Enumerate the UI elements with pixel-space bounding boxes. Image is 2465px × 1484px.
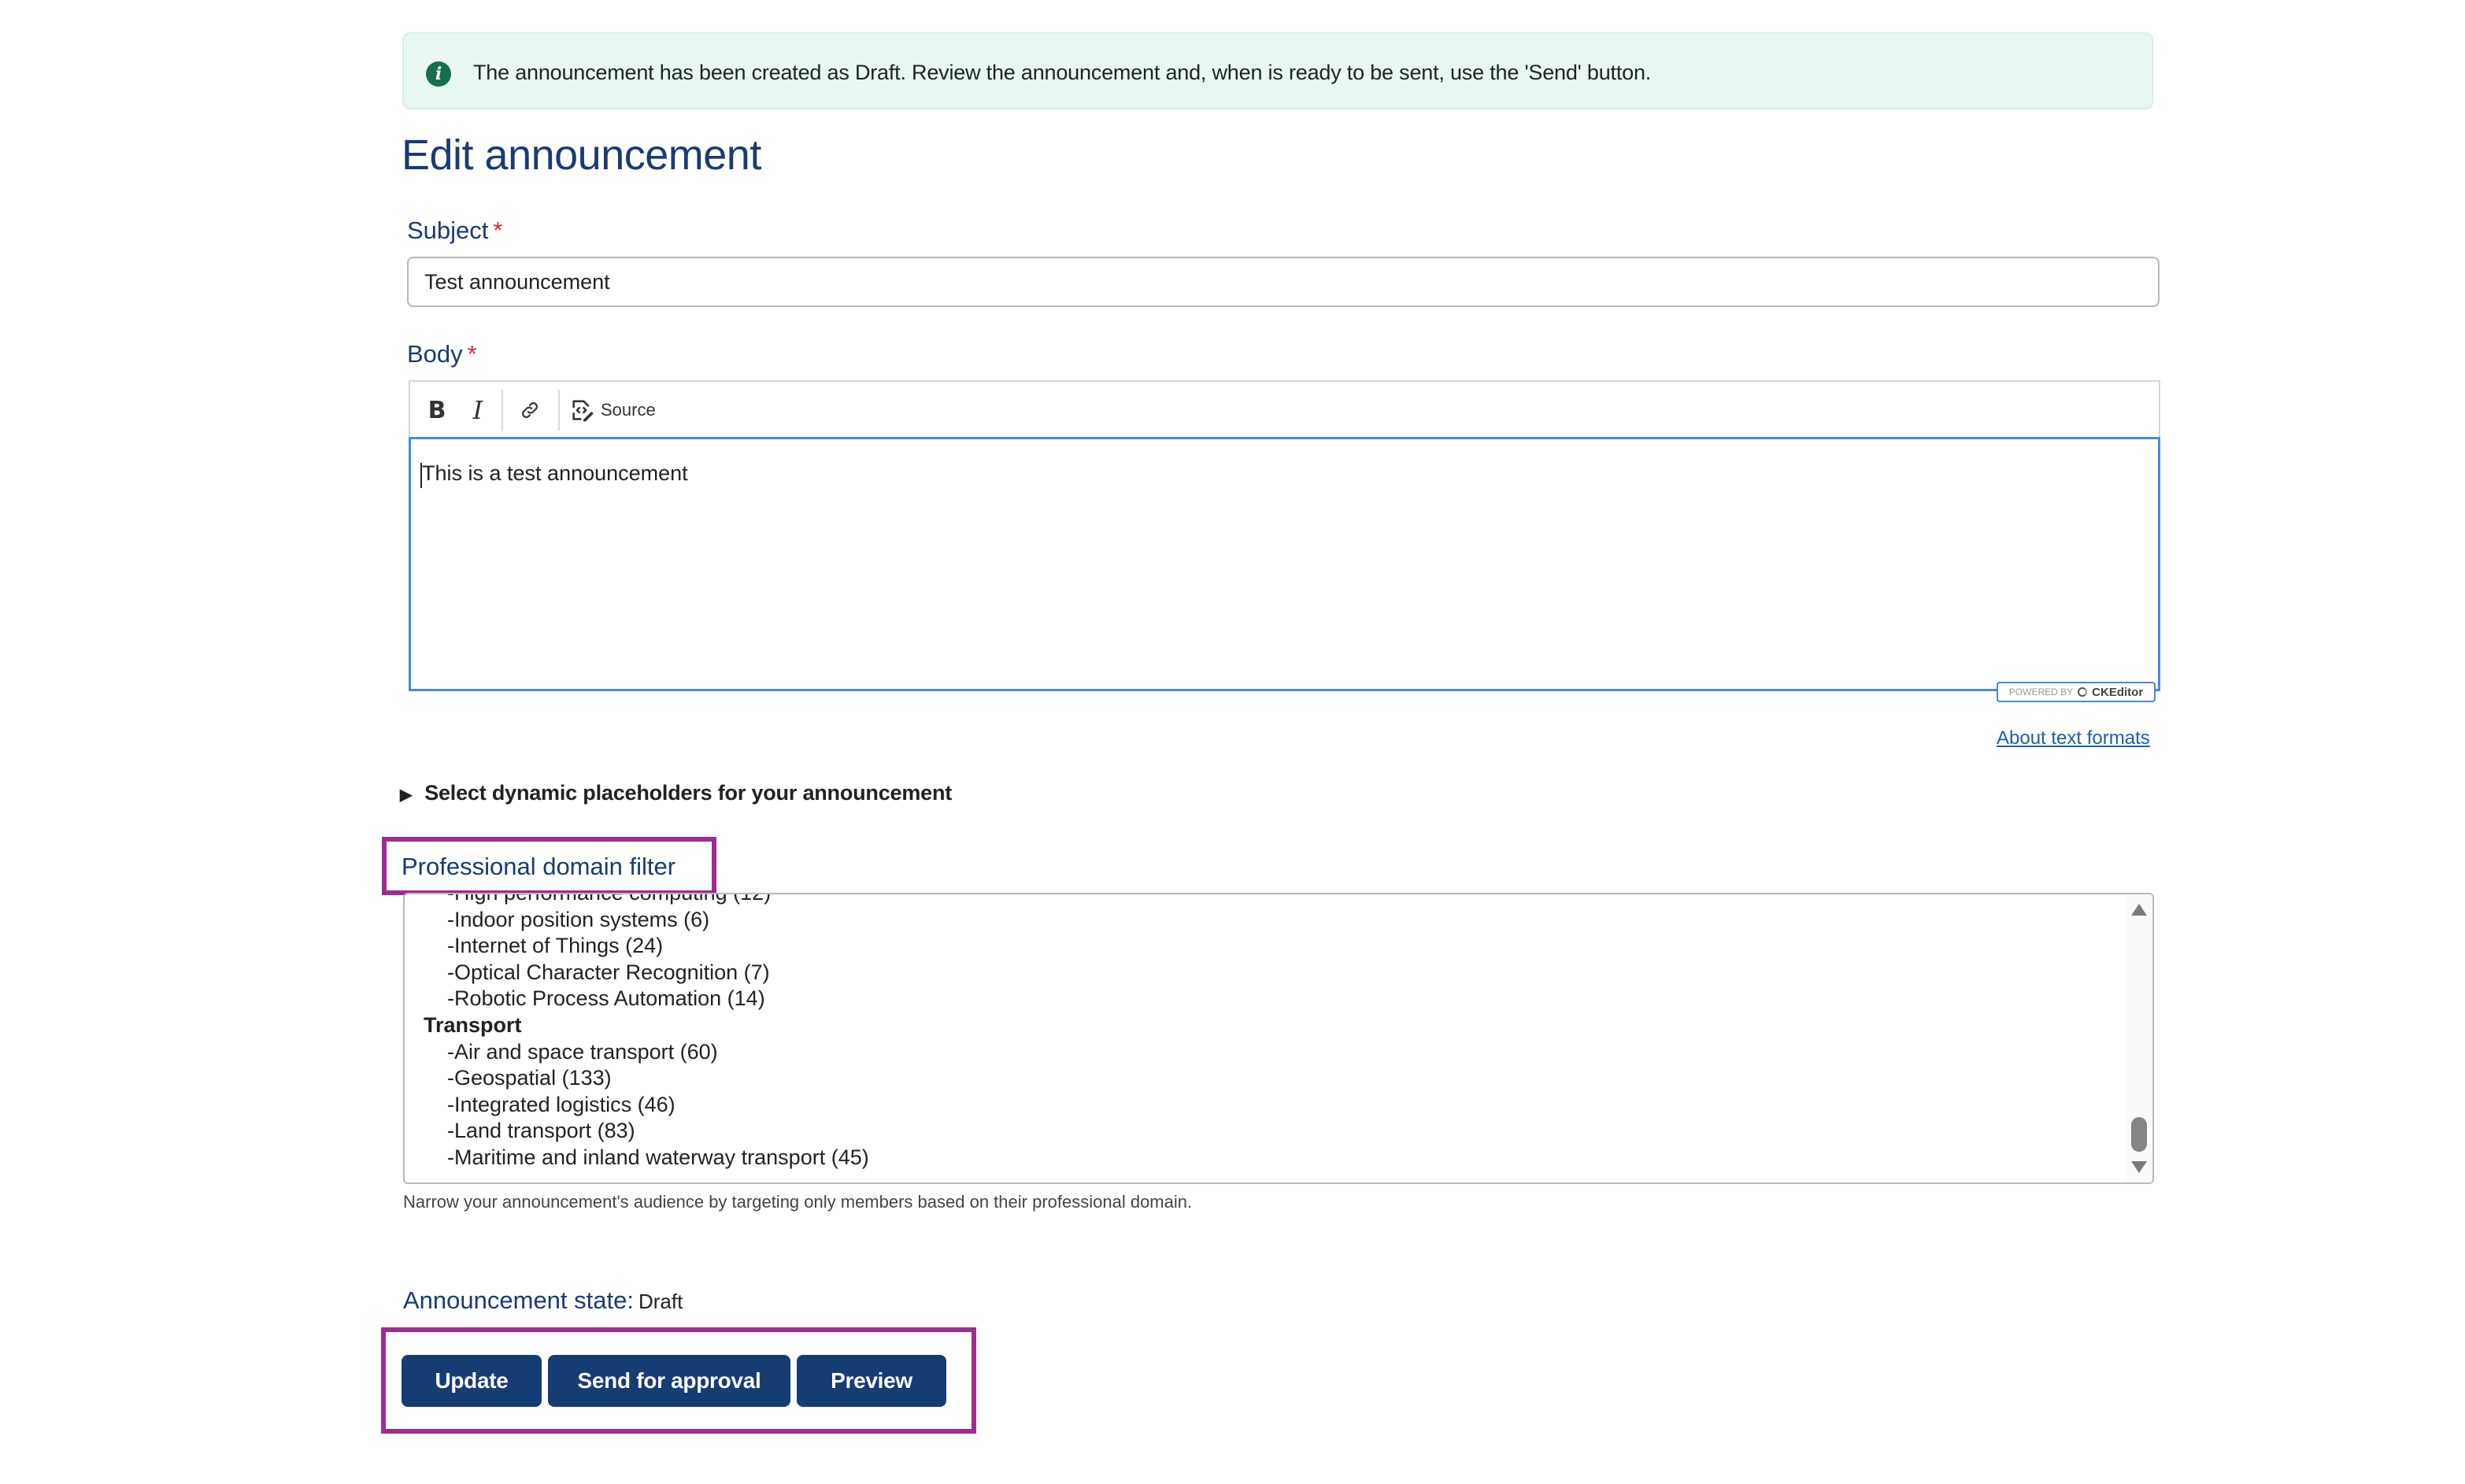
bold-button[interactable]: B [421,388,453,432]
italic-button[interactable]: I [462,388,494,432]
info-icon: i [426,61,451,87]
powered-by-text: POWERED BY [2008,686,2074,698]
ckeditor-badge[interactable]: POWERED BY CKEditor [1997,682,2156,702]
dynamic-placeholders-label: Select dynamic placeholders for your ann… [424,781,953,805]
domain-option[interactable]: -Maritime and inland waterway transport … [405,1145,2121,1171]
state-value: Draft [638,1290,683,1313]
ckeditor-brand: CKEditor [2092,685,2144,699]
italic-icon: I [472,395,483,425]
domain-option[interactable]: -Land transport (83) [405,1118,2121,1145]
about-text-formats-link[interactable]: About text formats [1997,727,2150,749]
select-scrollbar[interactable] [2126,894,2152,1182]
source-label: Source [601,400,656,420]
dynamic-placeholders-toggle[interactable]: ▶ Select dynamic placeholders for your an… [400,781,952,805]
editor-toolbar: B I Source [409,380,2160,437]
toolbar-separator [502,390,503,431]
domain-option[interactable]: -Internet of Things (24) [405,933,2121,960]
scroll-up-arrow-icon[interactable] [2131,904,2147,916]
body-content: This is a test announcement [422,461,688,485]
body-label: Body * [407,340,477,368]
source-button[interactable]: Source [569,388,672,432]
expand-triangle-icon: ▶ [400,786,413,804]
page-title: Edit announcement [402,131,761,179]
alert-message: The announcement has been created as Dra… [473,61,1652,84]
domain-option[interactable]: -Optical Character Recognition (7) [405,960,2121,986]
subject-label: Subject * [407,216,502,245]
domain-option[interactable]: -Robotic Process Automation (14) [405,986,2121,1012]
domain-filter-help: Narrow your announcement's audience by t… [403,1192,1193,1212]
source-code-icon [572,400,594,422]
status-alert: i The announcement has been created as D… [402,32,2153,109]
domain-filter-label: Professional domain filter [402,853,676,880]
scroll-down-arrow-icon[interactable] [2131,1161,2147,1173]
link-icon [522,402,538,418]
required-marker: * [493,216,503,244]
body-editor[interactable]: This is a test announcement [409,437,2160,691]
scrollbar-thumb[interactable] [2131,1117,2147,1152]
state-label: Announcement state: [403,1286,634,1314]
domain-filter-select[interactable]: -High performance computing (12) -Indoor … [403,893,2154,1184]
domain-option[interactable]: -Indoor position systems (6) [405,907,2121,934]
required-marker: * [467,340,477,368]
subject-input[interactable] [407,257,2160,307]
subject-label-text: Subject [407,216,489,244]
domain-option[interactable]: -Geospatial (133) [405,1065,2121,1092]
bold-icon: B [427,396,446,424]
domain-options-list: -High performance computing (12) -Indoor … [405,894,2121,1171]
domain-option[interactable]: -High performance computing (12) [405,894,2121,907]
update-button[interactable]: Update [402,1355,542,1407]
domain-option[interactable]: -Air and space transport (60) [405,1039,2121,1066]
send-for-approval-button[interactable]: Send for approval [548,1355,790,1407]
preview-button[interactable]: Preview [797,1355,946,1407]
link-button[interactable] [513,388,547,432]
option-group-label: Transport [424,1012,522,1037]
toolbar-separator [558,390,560,431]
domain-option[interactable]: -Integrated logistics (46) [405,1092,2121,1119]
ckeditor-logo-icon [2078,687,2088,697]
body-label-text: Body [407,340,463,368]
announcement-state: Announcement state: Draft [403,1286,683,1315]
